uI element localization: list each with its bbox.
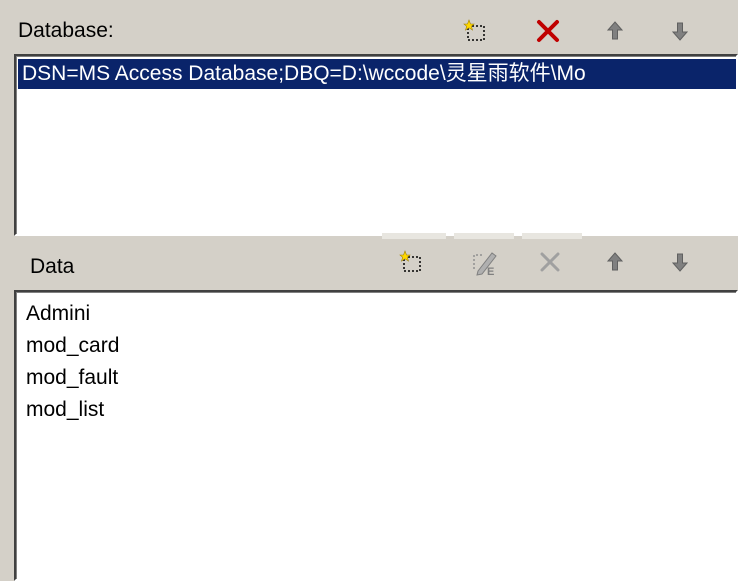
new-item-icon <box>399 249 425 275</box>
database-list[interactable]: DSN=MS Access Database;DBQ=D:\wccode\灵星雨… <box>14 54 738 236</box>
list-item[interactable]: Admini <box>16 298 736 330</box>
database-delete-button[interactable] <box>528 13 568 49</box>
panel-splitter[interactable] <box>14 232 738 240</box>
data-move-up-button[interactable] <box>595 244 635 280</box>
splitter-notch <box>382 232 446 239</box>
delete-icon <box>534 17 562 45</box>
arrow-down-icon <box>667 18 693 44</box>
database-move-up-button[interactable] <box>595 13 635 49</box>
database-list-item-selected[interactable]: DSN=MS Access Database;DBQ=D:\wccode\灵星雨… <box>18 59 736 89</box>
database-data-editor: Database: DSN=MS Access Database;DBQ=D:\… <box>0 0 738 581</box>
new-item-icon <box>463 18 489 44</box>
list-item[interactable]: mod_fault <box>16 362 736 394</box>
data-edit-button[interactable]: E <box>465 244 505 280</box>
data-new-button[interactable] <box>392 244 432 280</box>
arrow-down-icon <box>667 249 693 275</box>
data-header: Data E <box>10 242 728 286</box>
database-label: Database: <box>18 19 114 42</box>
data-items: Admini mod_card mod_fault mod_list <box>16 298 736 426</box>
list-item[interactable]: mod_card <box>16 330 736 362</box>
database-move-down-button[interactable] <box>660 13 700 49</box>
data-label: Data <box>30 255 75 278</box>
splitter-notch <box>454 232 514 239</box>
data-delete-button[interactable] <box>530 244 570 280</box>
list-item[interactable]: mod_list <box>16 394 736 426</box>
data-move-down-button[interactable] <box>660 244 700 280</box>
database-new-button[interactable] <box>456 13 496 49</box>
edit-icon: E <box>470 247 500 277</box>
database-header: Database: <box>10 10 728 52</box>
arrow-up-icon <box>602 249 628 275</box>
data-list[interactable]: Admini mod_card mod_fault mod_list <box>14 290 738 581</box>
arrow-up-icon <box>602 18 628 44</box>
splitter-notch <box>522 232 582 239</box>
delete-icon <box>536 248 564 276</box>
svg-text:E: E <box>487 266 494 277</box>
